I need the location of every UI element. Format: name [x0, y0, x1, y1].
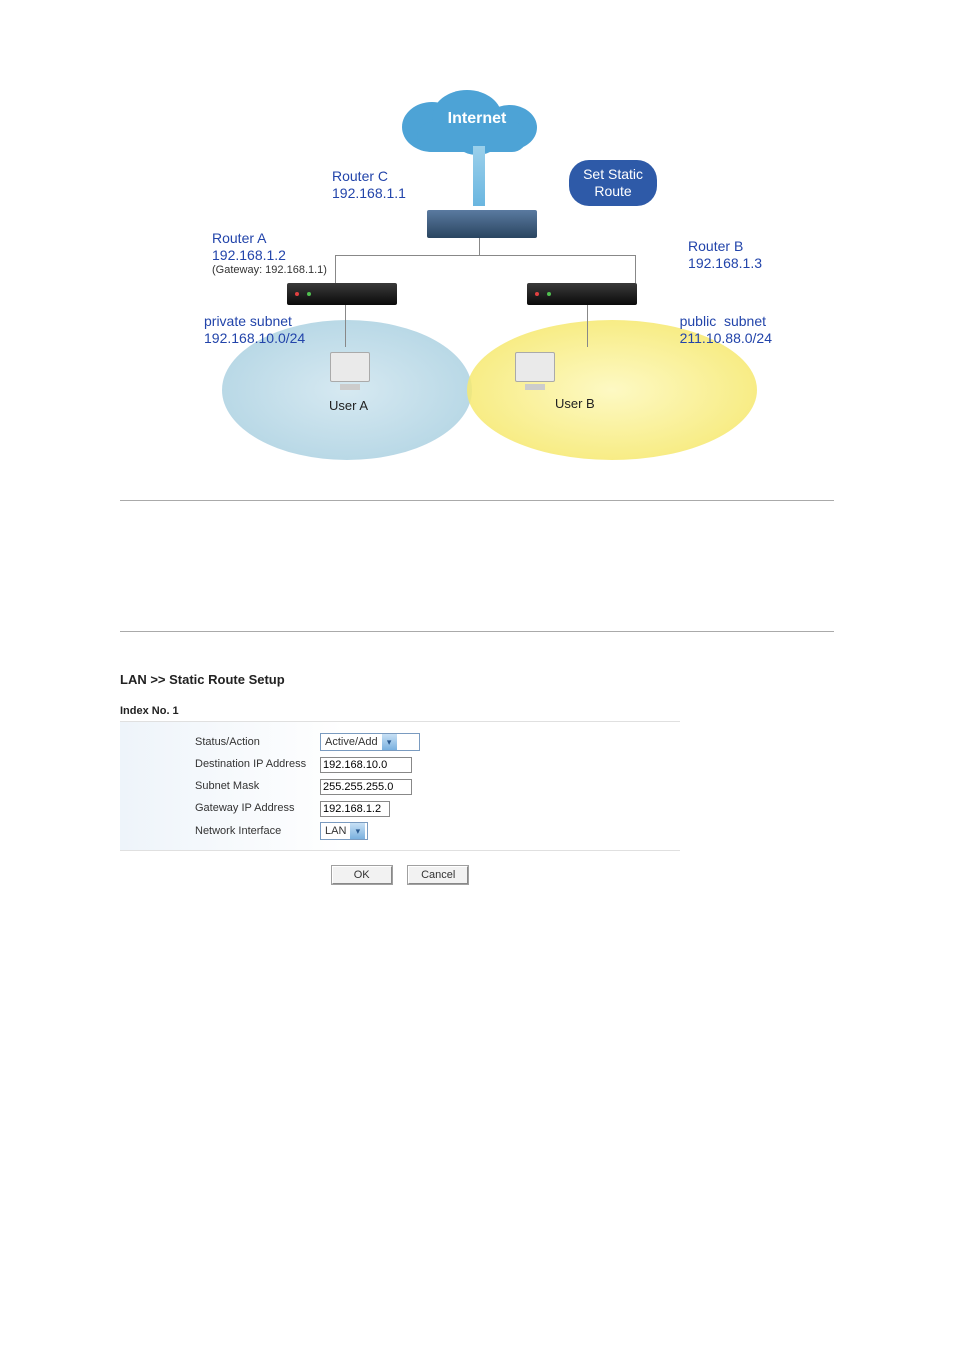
- destination-ip-input[interactable]: [320, 757, 412, 773]
- router-a-name: Router A: [212, 230, 327, 247]
- row-subnet-mask: Subnet Mask: [120, 775, 680, 797]
- divider: [120, 500, 834, 501]
- router-c-label: Router C 192.168.1.1: [332, 168, 406, 202]
- router-a-icon: [287, 283, 397, 305]
- row-status: Status/Action Active/Add ▾: [120, 730, 680, 753]
- network-interface-value: LAN: [321, 823, 350, 839]
- cancel-button[interactable]: Cancel: [408, 866, 468, 884]
- connector-line: [335, 255, 336, 283]
- connector-line: [587, 305, 588, 347]
- subnet-mask-label: Subnet Mask: [120, 780, 320, 792]
- public-subnet-cidr: 211.10.88.0/24: [680, 330, 772, 347]
- breadcrumb: LAN >> Static Route Setup: [120, 672, 834, 687]
- status-label: Status/Action: [120, 736, 320, 748]
- index-label: Index No. 1: [120, 705, 834, 717]
- router-a-label: Router A 192.168.1.2 (Gateway: 192.168.1…: [212, 230, 327, 277]
- private-subnet-label: private subnet 192.168.10.0/24: [204, 313, 305, 347]
- gateway-ip-input[interactable]: [320, 801, 390, 817]
- chevron-down-icon: ▾: [350, 823, 365, 839]
- ok-button[interactable]: OK: [332, 866, 392, 884]
- internet-cloud: Internet: [402, 80, 552, 150]
- user-b-icon: [512, 352, 557, 392]
- interface-label: Network Interface: [120, 825, 320, 837]
- public-subnet-name: public subnet: [680, 313, 772, 330]
- status-action-value: Active/Add: [321, 734, 382, 750]
- connector-line: [345, 305, 346, 347]
- divider: [120, 631, 834, 632]
- connector-line: [635, 255, 636, 283]
- router-c-icon: [427, 210, 537, 238]
- button-bar: OK Cancel: [120, 865, 680, 884]
- form-panel: Status/Action Active/Add ▾ Destination I…: [120, 721, 680, 851]
- static-route-form: LAN >> Static Route Setup Index No. 1 St…: [120, 672, 834, 884]
- gateway-label: Gateway IP Address: [120, 802, 320, 814]
- user-b-label: User B: [555, 396, 595, 411]
- private-subnet-cidr: 192.168.10.0/24: [204, 330, 305, 347]
- callout-text: Set Static Route: [583, 166, 643, 200]
- router-b-name: Router B: [688, 238, 762, 255]
- row-interface: Network Interface LAN ▾: [120, 819, 680, 842]
- subnet-mask-input[interactable]: [320, 779, 412, 795]
- destination-label: Destination IP Address: [120, 758, 320, 770]
- chevron-down-icon: ▾: [382, 734, 397, 750]
- router-b-label: Router B 192.168.1.3: [688, 238, 762, 272]
- internet-label: Internet: [448, 110, 507, 128]
- user-a-icon: [327, 352, 372, 392]
- status-action-select[interactable]: Active/Add ▾: [320, 733, 420, 751]
- router-b-icon: [527, 283, 637, 305]
- set-static-route-callout: Set Static Route: [569, 160, 657, 206]
- connector-line: [473, 146, 485, 206]
- router-c-name: Router C: [332, 168, 406, 185]
- network-interface-select[interactable]: LAN ▾: [320, 822, 368, 840]
- connector-line: [335, 255, 635, 256]
- router-a-gateway-note: (Gateway: 192.168.1.1): [212, 264, 327, 277]
- private-subnet-name: private subnet: [204, 313, 305, 330]
- public-subnet-label: public subnet 211.10.88.0/24: [680, 313, 772, 347]
- router-a-ip: 192.168.1.2: [212, 247, 327, 264]
- connector-line: [479, 238, 480, 255]
- network-diagram: Internet Set Static Route Router C 192.1…: [217, 60, 737, 460]
- user-a-label: User A: [329, 398, 368, 413]
- row-gateway: Gateway IP Address: [120, 797, 680, 819]
- row-destination: Destination IP Address: [120, 753, 680, 775]
- router-b-ip: 192.168.1.3: [688, 255, 762, 272]
- router-c-ip: 192.168.1.1: [332, 185, 406, 202]
